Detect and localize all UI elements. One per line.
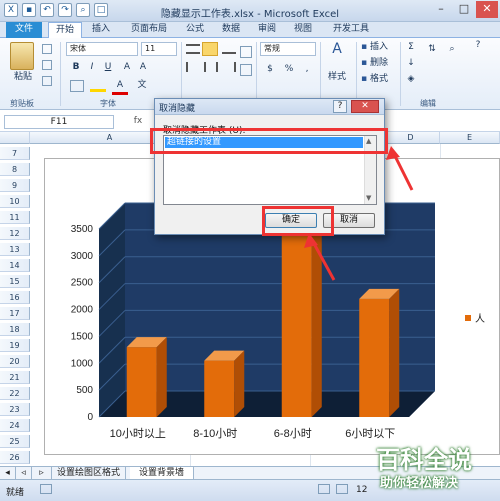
macro-record-icon[interactable]	[40, 484, 52, 494]
watermark-subtitle: 助你轻松解决	[380, 476, 459, 491]
page-layout-view-icon[interactable]	[336, 484, 348, 494]
zoom-level[interactable]: 12	[356, 485, 367, 495]
annotation-arrows	[304, 146, 414, 281]
watermark-title: 百科全说	[376, 446, 472, 474]
status-ready: 就绪	[6, 488, 25, 498]
normal-view-icon[interactable]	[318, 484, 330, 494]
